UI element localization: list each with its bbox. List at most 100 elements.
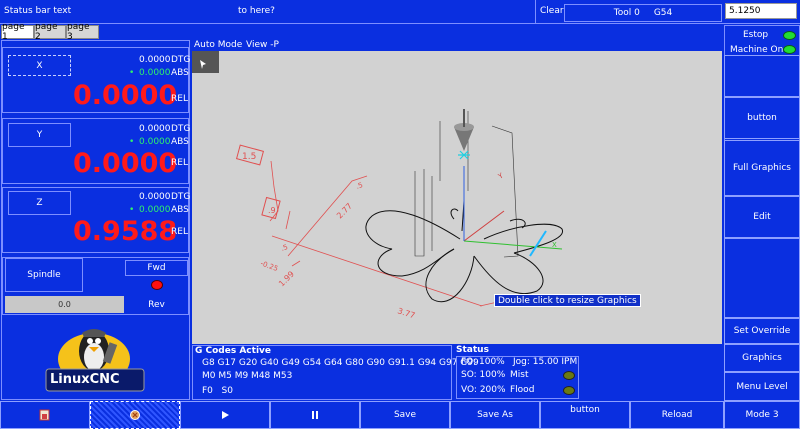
abs-bullet: • bbox=[129, 137, 135, 147]
dim-label: 3.77 bbox=[396, 306, 416, 320]
set-override-button[interactable]: Set Override bbox=[724, 318, 800, 344]
dro-x: X 0.0000 DTG • 0.0000 ABS 0.0000 REL bbox=[2, 47, 191, 113]
axis-x-button[interactable]: X bbox=[8, 55, 71, 76]
full-graphics-label: Full Graphics bbox=[733, 163, 791, 173]
open-file-button[interactable] bbox=[0, 401, 90, 429]
rel-value: 0.9588 bbox=[73, 216, 178, 247]
play-icon bbox=[222, 411, 229, 419]
rel-label: REL bbox=[171, 227, 188, 237]
mode-button[interactable]: Mode 3 bbox=[724, 401, 800, 429]
dro-z: Z 0.0000 DTG • 0.0000 ABS 0.9588 REL bbox=[2, 187, 191, 253]
full-graphics-button[interactable]: Full Graphics bbox=[724, 140, 800, 196]
dtg-label: DTG bbox=[171, 192, 191, 202]
stop-icon bbox=[130, 410, 140, 420]
gcodes-title: G Codes Active bbox=[195, 346, 272, 356]
dim-label: .5 bbox=[355, 181, 364, 191]
abs-label: ABS bbox=[171, 205, 189, 215]
fwd-label: Fwd bbox=[147, 263, 166, 273]
menu-level-label: Menu Level bbox=[736, 381, 788, 392]
tab-label: page 3 bbox=[67, 22, 90, 42]
flood-led bbox=[563, 386, 575, 395]
rel-label: REL bbox=[171, 158, 188, 168]
graphics-label: Graphics bbox=[742, 353, 782, 363]
tab-page-3[interactable]: page 3 bbox=[66, 22, 99, 42]
right-button-2[interactable]: button bbox=[724, 97, 800, 139]
dro-y: Y 0.0000 DTG • 0.0000 ABS 0.0000 REL bbox=[2, 118, 191, 184]
right-button-1[interactable] bbox=[724, 55, 800, 97]
mode-label: Mode 3 bbox=[745, 410, 779, 420]
dim-label: .9 bbox=[268, 206, 276, 215]
mcodes-line: M0 M5 M9 M48 M53 bbox=[202, 371, 293, 381]
save-button[interactable]: Save bbox=[360, 401, 450, 429]
open-file-icon bbox=[39, 409, 50, 421]
machine-on-led[interactable] bbox=[783, 45, 796, 54]
rel-value: 0.0000 bbox=[73, 148, 178, 179]
edit-label: Edit bbox=[753, 212, 771, 222]
status-text: Status bar text bbox=[4, 6, 72, 16]
clear-button[interactable]: Clear bbox=[540, 6, 564, 16]
rev-label: Rev bbox=[148, 299, 165, 310]
reload-button[interactable]: Reload bbox=[630, 401, 724, 429]
linuxcnc-logo: LinuxCNC bbox=[42, 323, 152, 397]
reload-label: Reload bbox=[661, 410, 693, 420]
velocity-override: VO: 200% bbox=[461, 385, 506, 395]
estop-led[interactable] bbox=[783, 31, 796, 40]
run-button[interactable] bbox=[180, 401, 270, 429]
feed-speed-line: F0 S0 bbox=[202, 386, 233, 396]
abs-value: 0.0000 bbox=[139, 68, 171, 78]
abs-bullet: • bbox=[129, 205, 135, 215]
dim-label: 1.5 bbox=[242, 152, 256, 162]
spindle-override: SO: 100% bbox=[461, 370, 506, 380]
button-label: button bbox=[747, 113, 777, 123]
save-as-button[interactable]: Save As bbox=[450, 401, 540, 429]
axis-y-button[interactable]: Y bbox=[8, 123, 71, 147]
dim-label: 1.99 bbox=[277, 269, 296, 288]
spindle-led bbox=[151, 280, 163, 290]
mist-led bbox=[563, 371, 575, 380]
dtg-value: 0.0000 bbox=[139, 192, 171, 202]
toolbar-button[interactable]: button bbox=[540, 401, 630, 429]
dim-label: .5 bbox=[280, 243, 289, 253]
pause-icon bbox=[312, 411, 318, 419]
spindle-fwd-button[interactable]: Fwd bbox=[125, 260, 188, 276]
view-label: View -P bbox=[246, 40, 279, 50]
menu-level-button[interactable]: Menu Level bbox=[724, 372, 800, 401]
status-bar: Status bar text to here? Clear Tool 0 G5… bbox=[0, 0, 800, 24]
graphics-header: Auto Mode View -P bbox=[192, 40, 722, 51]
graphics-button[interactable]: Graphics bbox=[724, 344, 800, 372]
axis-label: Y bbox=[36, 130, 43, 140]
axis-label: Z bbox=[36, 198, 43, 208]
tab-page-1[interactable]: page 1 bbox=[1, 22, 34, 42]
mdi-value-input[interactable] bbox=[725, 3, 797, 19]
button-label: button bbox=[570, 405, 600, 415]
spindle-speed-value: 0.0 bbox=[58, 300, 71, 309]
status-title: Status bbox=[456, 345, 489, 355]
wcs-label: G54 bbox=[653, 8, 673, 18]
axis-z-button[interactable]: Z bbox=[8, 191, 71, 215]
tool-label: Tool 0 bbox=[613, 8, 640, 18]
spindle-button[interactable]: Spindle bbox=[5, 258, 83, 292]
stop-button[interactable] bbox=[90, 401, 180, 429]
abs-label: ABS bbox=[171, 68, 189, 78]
dim-label: 2.77 bbox=[335, 201, 354, 220]
graphics-canvas[interactable]: 1.5 .9 .5 .5 3.77 2.77 1.99 -0.25 Y X Do… bbox=[192, 51, 722, 344]
status-panel: Status FO: 100% Jog: 15.00 IPM SO: 100% … bbox=[456, 345, 580, 400]
spindle-speed-bar: 0.0 bbox=[5, 296, 124, 313]
dtg-label: DTG bbox=[171, 55, 191, 65]
right-button-blank[interactable] bbox=[724, 238, 800, 318]
tab-label: page 1 bbox=[2, 22, 25, 42]
resize-tooltip: Double click to resize Graphics bbox=[494, 294, 641, 307]
spindle-rev-button[interactable]: Rev bbox=[125, 296, 188, 313]
logo-text: LinuxCNC bbox=[50, 372, 120, 387]
dim-label: -0.25 bbox=[259, 259, 279, 273]
abs-value: 0.0000 bbox=[139, 137, 171, 147]
flood-label: Flood bbox=[510, 385, 535, 395]
gcodes-line: G8 G17 G20 G40 G49 G54 G64 G80 G90 G91.1… bbox=[202, 358, 479, 368]
pause-button[interactable] bbox=[270, 401, 360, 429]
divider bbox=[535, 0, 536, 24]
abs-label: ABS bbox=[171, 137, 189, 147]
dtg-label: DTG bbox=[171, 124, 191, 134]
tab-page-2[interactable]: page 2 bbox=[34, 22, 66, 42]
edit-button[interactable]: Edit bbox=[724, 196, 800, 238]
jog-rate: Jog: 15.00 IPM bbox=[513, 357, 578, 367]
